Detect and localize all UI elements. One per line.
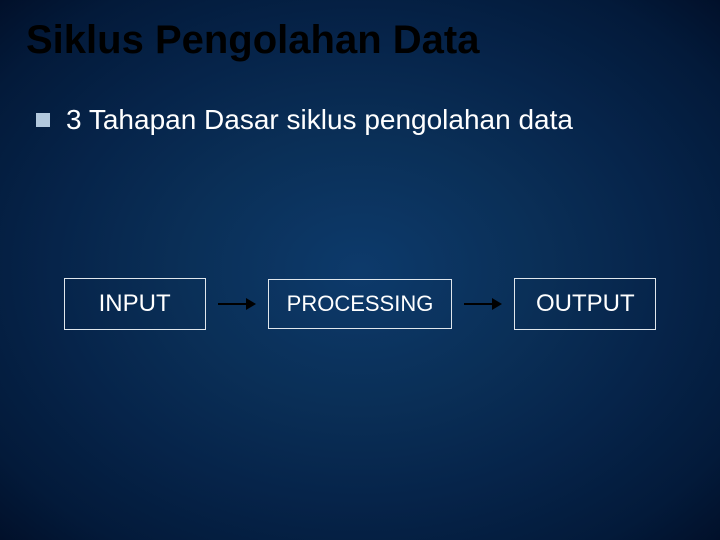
arrow-right-icon	[464, 298, 502, 310]
arrow-right-icon	[218, 298, 256, 310]
bullet-text: 3 Tahapan Dasar siklus pengolahan data	[66, 104, 573, 136]
flow-box-input: INPUT	[64, 278, 206, 330]
flow-box-processing: PROCESSING	[268, 279, 453, 329]
slide-title: Siklus Pengolahan Data	[26, 18, 479, 63]
flow-diagram: INPUT PROCESSING OUTPUT	[0, 278, 720, 330]
bullet-item: 3 Tahapan Dasar siklus pengolahan data	[36, 104, 573, 136]
flow-box-output: OUTPUT	[514, 278, 656, 330]
square-bullet-icon	[36, 113, 50, 127]
